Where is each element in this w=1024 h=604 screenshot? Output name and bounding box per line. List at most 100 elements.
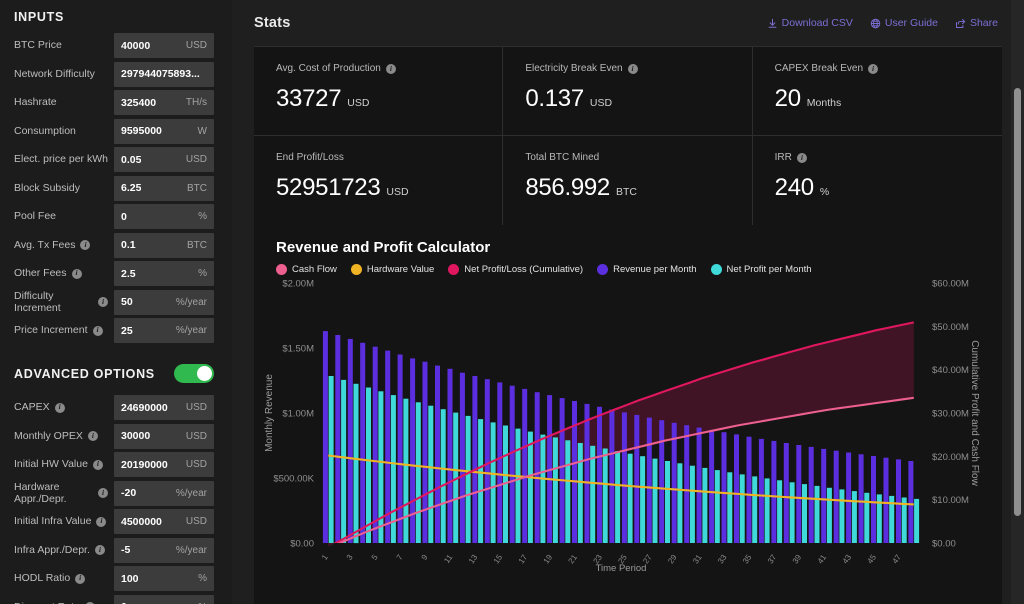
- legend-item-net-profit-per-month[interactable]: Net Profit per Month: [710, 264, 812, 275]
- x-axis-tick-label: 15: [492, 553, 505, 566]
- field-unit: TH/s: [185, 97, 207, 108]
- field-input[interactable]: 6.25 BTC: [114, 175, 214, 201]
- field-label: Block Subsidy: [14, 182, 114, 194]
- x-axis-tick-label: 11: [442, 553, 454, 565]
- field-input[interactable]: 40000 USD: [114, 33, 214, 58]
- field-input[interactable]: 2.5%: [114, 261, 214, 286]
- field-input[interactable]: 0.05 USD: [114, 147, 214, 172]
- stat-unit: %: [819, 186, 830, 198]
- chart-legend: Cash Flow Hardware Value Net Profit/Loss (…: [254, 264, 1002, 275]
- legend-item-hardware-value[interactable]: Hardware Value: [350, 264, 434, 275]
- bar-revenue: [484, 379, 490, 543]
- field-input[interactable]: 297944075893...: [114, 61, 214, 87]
- sidebar.inputs-row-btc-price: BTC Price 40000 USD: [0, 33, 232, 58]
- field-label: Initial Infra Value i: [14, 515, 114, 527]
- field-label-text: Price Increment: [14, 324, 88, 337]
- field-input[interactable]: 100%: [114, 566, 214, 591]
- field-label: Monthly OPEX i: [14, 430, 114, 442]
- info-icon[interactable]: i: [627, 63, 638, 74]
- bar-revenue: [883, 457, 889, 543]
- field-input[interactable]: -20 %/year: [114, 480, 214, 506]
- globe-icon: [870, 18, 881, 29]
- field-unit: USD: [185, 459, 207, 470]
- info-icon[interactable]: i: [92, 325, 103, 336]
- user-guide-link[interactable]: User Guide: [870, 17, 938, 29]
- legend-item-cash-flow[interactable]: Cash Flow: [276, 264, 337, 275]
- info-icon[interactable]: i: [54, 402, 65, 413]
- scrollbar-thumb[interactable]: [1014, 88, 1021, 516]
- field-label-text: Initial HW Value: [14, 458, 88, 471]
- field-input[interactable]: 0%: [114, 594, 214, 604]
- field-label: BTC Price: [14, 39, 114, 51]
- stat-label: Electricity Break Even i: [525, 63, 751, 74]
- stat-label-text: CAPEX Break Even: [774, 63, 864, 74]
- sidebar.inputs-row-network-difficulty: Network Difficulty 297944075893...: [0, 61, 232, 87]
- field-input[interactable]: 25 %/year: [114, 318, 214, 343]
- download-icon: [767, 18, 778, 29]
- bar-revenue: [347, 338, 353, 543]
- field-input[interactable]: 9595000 W: [114, 118, 214, 144]
- bar-net-profit: [640, 456, 646, 543]
- stat-number: 240: [774, 174, 814, 201]
- field-label-text: Network Difficulty: [14, 67, 95, 80]
- info-icon[interactable]: i: [868, 63, 879, 74]
- field-input[interactable]: -5 %/year: [114, 537, 214, 563]
- info-icon[interactable]: i: [80, 240, 91, 250]
- stat-label: IRR i: [775, 152, 1002, 163]
- info-icon[interactable]: i: [385, 63, 396, 74]
- advanced-options-toggle[interactable]: [174, 364, 214, 383]
- info-icon[interactable]: i: [96, 516, 107, 527]
- share-link[interactable]: Share: [955, 17, 998, 29]
- field-label: Hardware Appr./Depr. i: [14, 481, 114, 505]
- stats-grid: Avg. Cost of Production i 33727 USD Electric…: [254, 46, 1002, 225]
- scrollbar-track[interactable]: [1011, 0, 1024, 604]
- chart-title: Revenue and Profit Calculator: [276, 239, 491, 256]
- chart-plot-area[interactable]: $0.00 $500.00K $1.00M $1.50M $2.00M $0.00 $10.…: [254, 275, 1002, 604]
- bar-net-profit: [864, 492, 870, 543]
- download-csv-link[interactable]: Download CSV: [767, 17, 853, 29]
- stat-number: 33727: [276, 85, 342, 112]
- legend-item-net-profit-loss-cumulative[interactable]: Net Profit/Loss (Cumulative): [448, 264, 583, 275]
- bar-net-profit: [814, 485, 820, 543]
- sidebar.advanced_inputs-row-capex: CAPEX i 24690000 USD: [0, 395, 232, 420]
- info-icon[interactable]: i: [796, 152, 807, 163]
- field-value: 100: [121, 572, 139, 585]
- info-icon[interactable]: i: [75, 573, 86, 584]
- bar-net-profit: [353, 383, 359, 544]
- y-axis-tick-label: $2.00M: [282, 279, 314, 290]
- x-axis-tick-label: 41: [816, 553, 829, 566]
- field-label-text: Block Subsidy: [14, 181, 80, 194]
- info-icon[interactable]: i: [98, 297, 108, 307]
- info-icon[interactable]: i: [98, 488, 108, 498]
- sidebar.inputs-row-difficulty-increment: Difficulty Increment i 50 %/year: [0, 289, 232, 315]
- legend-color-swatch: [276, 264, 287, 275]
- field-label-text: Monthly OPEX: [14, 429, 83, 442]
- bar-revenue: [659, 420, 665, 543]
- header-actions: Download CSV User Guide Share: [767, 17, 998, 29]
- field-value: 0.1: [121, 239, 136, 251]
- field-input[interactable]: 325400 TH/s: [114, 90, 214, 115]
- field-input[interactable]: 20190000 USD: [114, 452, 214, 477]
- field-label-text: Avg. Tx Fees: [14, 238, 76, 251]
- field-input[interactable]: 4500000 USD: [114, 509, 214, 534]
- bar-revenue: [783, 443, 789, 543]
- info-icon[interactable]: i: [71, 268, 82, 279]
- field-label-text: BTC Price: [14, 39, 62, 52]
- field-input[interactable]: 0.1 BTC: [114, 232, 214, 258]
- field-input[interactable]: 24690000 USD: [114, 395, 214, 420]
- field-input[interactable]: 50 %/year: [114, 289, 214, 315]
- field-input[interactable]: 0%: [114, 204, 214, 229]
- info-icon[interactable]: i: [87, 431, 98, 441]
- bar-net-profit: [515, 428, 521, 543]
- field-input[interactable]: 30000 USD: [114, 423, 214, 449]
- info-icon[interactable]: i: [94, 545, 105, 555]
- info-icon[interactable]: i: [92, 459, 103, 470]
- stat-number: 856.992: [525, 174, 610, 201]
- legend-item-revenue-per-month[interactable]: Revenue per Month: [597, 264, 697, 275]
- stat-value: 20 Months: [775, 85, 1002, 113]
- x-axis-tick-label: 13: [467, 553, 480, 566]
- sidebar.inputs-row-elect-price-per-kwh: Elect. price per kWh 0.05 USD: [0, 147, 232, 172]
- x-axis-tick-label: 9: [420, 553, 430, 562]
- bar-net-profit: [839, 489, 845, 543]
- share-label: Share: [969, 17, 998, 29]
